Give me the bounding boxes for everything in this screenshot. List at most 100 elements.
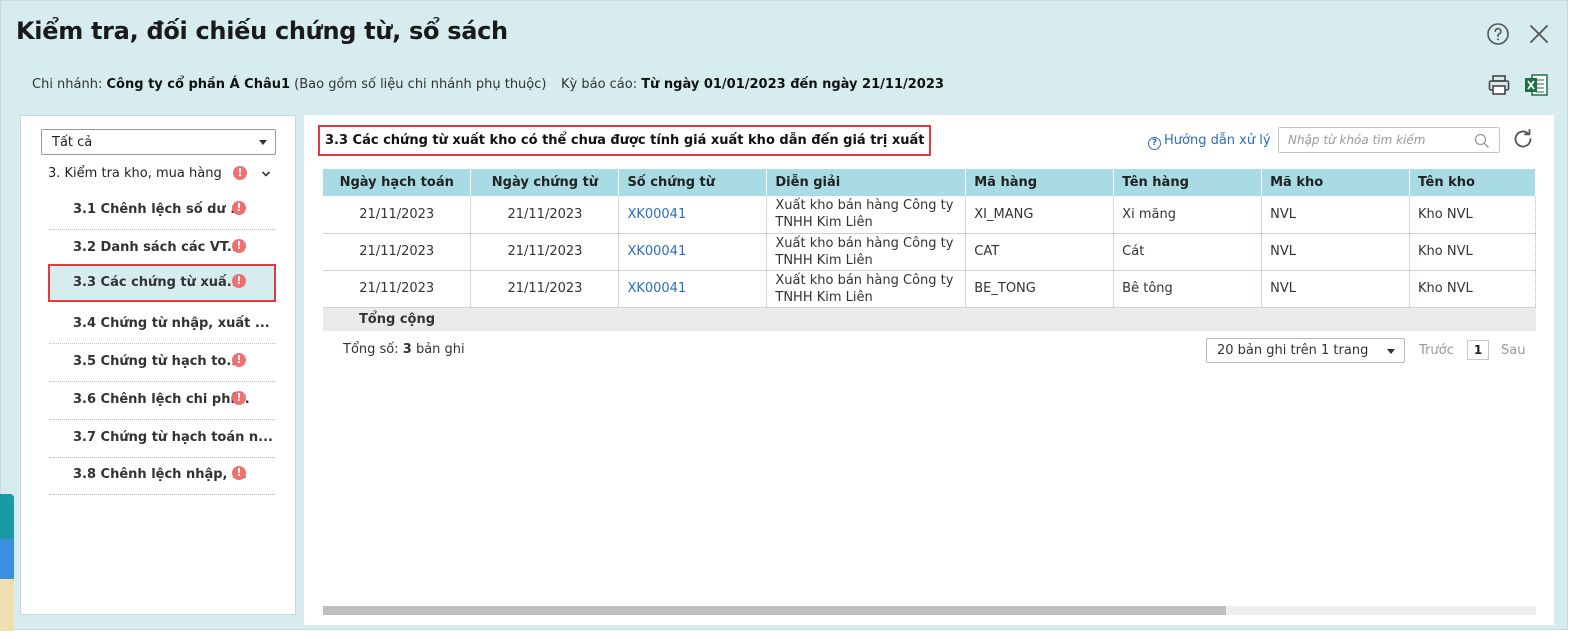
period-value: Từ ngày 01/01/2023 đến ngày 21/11/2023 [641,77,944,92]
group-header[interactable]: 3. Kiểm tra kho, mua hàng ! [48,166,278,188]
dialog-title: Kiểm tra, đối chiếu chứng từ, sổ sách [16,17,508,45]
current-page[interactable]: 1 [1467,340,1489,360]
table-cell: Cát [1113,233,1263,271]
total-count: Tổng số: 3 bản ghi [343,342,465,357]
total-cell [470,307,619,331]
side-tab[interactable] [0,494,14,539]
table-cell: Xuất kho bán hàng Công ty TNHH Kim Liên [766,270,967,308]
horizontal-scrollbar-thumb[interactable] [323,606,1226,615]
sidebar-item[interactable]: 3.6 Chênh lệch chi phí...! [49,382,275,420]
period-label: Kỳ báo cáo: [561,77,638,92]
voucher-link[interactable]: XK00041 [618,196,768,234]
total-cell [766,307,966,331]
warning-icon: ! [232,466,246,480]
help-circle-icon: ? [1148,137,1161,150]
total-row: Tổng cộng [323,307,1536,331]
table-cell: NVL [1261,233,1410,271]
table-cell: XI_MANG [965,196,1115,234]
table-row[interactable]: 21/11/2023 21/11/2023 XK00041 Xuất kho bán … [323,233,1536,271]
total-cell [1261,307,1410,331]
warning-icon: ! [232,353,246,367]
guide-link-label: Hướng dẫn xử lý [1164,133,1271,148]
prev-page-button[interactable]: Trước [1419,343,1454,358]
table-cell: Kho NVL [1409,270,1536,308]
sidebar-item-label: 3.1 Chênh lệch số dư ... [73,202,246,217]
group-header-label: 3. Kiểm tra kho, mua hàng [48,166,222,181]
table-cell: Xuất kho bán hàng Công ty TNHH Kim Liên [766,233,967,271]
excel-icon[interactable] [1523,72,1549,98]
sidebar-item[interactable]: 3.3 Các chứng từ xuấ...! [48,264,276,302]
refresh-icon[interactable] [1511,127,1535,151]
column-header[interactable]: Số chứng từ [618,169,768,196]
table-cell: NVL [1261,270,1410,308]
side-tab[interactable] [0,579,14,631]
total-count-value: 3 [402,342,412,357]
column-header[interactable]: Ngày chứng từ [470,169,620,196]
close-icon[interactable] [1527,22,1551,46]
sidebar-item-label: 3.2 Danh sách các VT... [73,240,242,255]
page-size-select[interactable]: 20 bản ghi trên 1 trang [1206,338,1405,363]
sidebar-item-label: 3.3 Các chứng từ xuấ... [73,275,242,290]
sidebar-item-label: 3.4 Chứng từ nhập, xuất ... [73,316,270,331]
voucher-link[interactable]: XK00041 [618,270,768,308]
table-cell: Xi măng [1113,196,1263,234]
filter-select-value: Tất cả [52,135,93,150]
column-header[interactable]: Ngày hạch toán [323,169,472,196]
table-cell: 21/11/2023 [323,233,472,271]
warning-icon: ! [232,201,246,215]
sidebar-item[interactable]: 3.4 Chứng từ nhập, xuất ... [49,306,275,344]
guide-link[interactable]: ? Hướng dẫn xử lý [1148,133,1271,150]
sidebar-item-label: 3.5 Chứng từ hạch to... [73,354,242,369]
next-page-button[interactable]: Sau [1501,343,1525,358]
table-cell: Xuất kho bán hàng Công ty TNHH Kim Liên [766,196,967,234]
search-box[interactable] [1278,127,1500,153]
sidebar-item[interactable]: 3.8 Chênh lệch nhập, ...! [49,457,275,495]
sidebar-item-label: 3.7 Chứng từ hạch toán n... [73,430,273,445]
table-cell: CAT [965,233,1115,271]
total-count-prefix: Tổng số: [343,342,399,357]
total-cell [1409,307,1536,331]
table-header-row: Ngày hạch toán Ngày chứng từ Số chứng từ… [323,169,1536,196]
table-row[interactable]: 21/11/2023 21/11/2023 XK00041 Xuất kho bán … [323,270,1536,308]
table-cell: 21/11/2023 [470,233,620,271]
side-tab[interactable] [0,539,14,579]
table-cell: NVL [1261,196,1410,234]
table-cell: 21/11/2023 [470,196,620,234]
branch-info: Chi nhánh: Công ty cổ phần Á Châu1 (Bao … [32,77,546,92]
column-header[interactable]: Mã hàng [965,169,1115,196]
chevron-down-icon[interactable] [261,169,271,179]
page-size-value: 20 bản ghi trên 1 trang [1217,343,1369,358]
warning-icon: ! [232,239,246,253]
warning-icon: ! [232,391,246,405]
table-cell: Kho NVL [1409,196,1536,234]
total-cell [965,307,1114,331]
search-input[interactable] [1288,129,1468,151]
sidebar-item[interactable]: 3.5 Chứng từ hạch to...! [49,344,275,382]
table-row[interactable]: 21/11/2023 21/11/2023 XK00041 Xuất kho bán … [323,196,1536,234]
search-icon[interactable] [1474,133,1490,149]
filter-select[interactable]: Tất cả [41,129,276,155]
branch-value: Công ty cổ phần Á Châu1 [106,77,291,92]
voucher-link[interactable]: XK00041 [618,233,768,271]
sidebar-item[interactable]: 3.7 Chứng từ hạch toán n... [49,420,275,458]
report-title: 3.3 Các chứng từ xuất kho có thể chưa đư… [318,125,931,156]
period-info: Kỳ báo cáo: Từ ngày 01/01/2023 đến ngày … [561,77,944,92]
column-header[interactable]: Mã kho [1261,169,1410,196]
table-cell: BE_TONG [965,270,1115,308]
column-header[interactable]: Tên hàng [1113,169,1263,196]
table-cell: 21/11/2023 [470,270,620,308]
branch-label: Chi nhánh: [32,77,103,92]
total-cell [1113,307,1262,331]
sidebar-item[interactable]: 3.2 Danh sách các VT...! [49,230,275,268]
data-table: Ngày hạch toán Ngày chứng từ Số chứng từ… [323,169,1536,331]
column-header[interactable]: Tên kho [1409,169,1536,196]
dialog: Kiểm tra, đối chiếu chứng từ, sổ sách Ch… [0,0,1568,630]
table-cell: Kho NVL [1409,233,1536,271]
branch-note: (Bao gồm số liệu chi nhánh phụ thuộc) [294,77,547,92]
sidebar-item[interactable]: 3.1 Chênh lệch số dư ...! [49,192,275,230]
table-cell: 21/11/2023 [323,270,472,308]
help-icon[interactable] [1486,22,1510,46]
column-header[interactable]: Diễn giải [766,169,967,196]
caret-down-icon [259,140,267,145]
print-icon[interactable] [1487,73,1511,97]
